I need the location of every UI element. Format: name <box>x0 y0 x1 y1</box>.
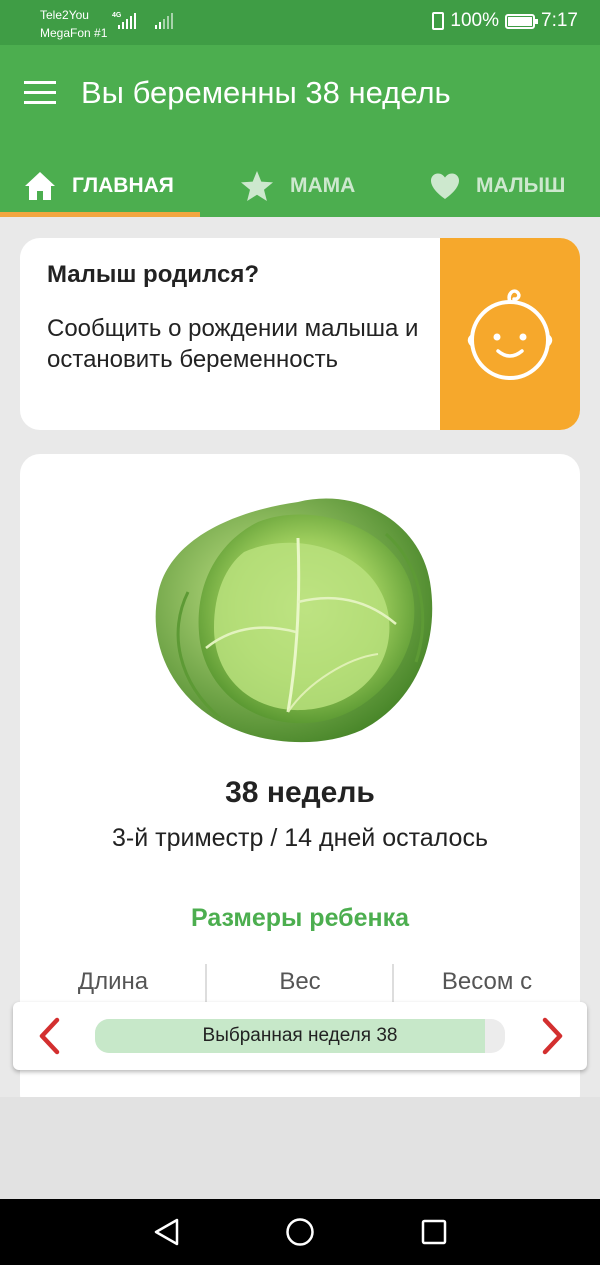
signal-icon <box>155 13 173 29</box>
heart-icon <box>431 173 459 199</box>
battery-icon <box>505 13 539 29</box>
home-icon <box>25 172 55 200</box>
baby-sizes-link[interactable]: Размеры ребенка <box>20 904 580 933</box>
cabbage-image <box>155 498 433 743</box>
trimester-info: 3-й триместр / 14 дней осталось <box>112 824 488 852</box>
tab-main[interactable]: ГЛАВНАЯ <box>24 155 174 217</box>
tab-label: ГЛАВНАЯ <box>72 174 174 197</box>
week-progress-bar[interactable]: Выбранная неделя 38 <box>95 1019 505 1053</box>
home-circle-icon <box>286 1218 314 1246</box>
tab-label: МАЛЫШ <box>476 174 566 197</box>
tab-baby[interactable]: МАЛЫШ <box>430 155 565 217</box>
baby-born-title: Малыш родился? <box>47 261 259 288</box>
carrier-names: Tele2You MegaFon #1 <box>40 6 107 42</box>
carrier-2: MegaFon #1 <box>40 26 108 40</box>
page-title: Вы беременны 38 недель <box>81 75 451 110</box>
tab-label: МАМА <box>290 174 356 197</box>
bottom-area <box>0 1097 600 1199</box>
status-right: 100% 7:17 <box>432 10 578 32</box>
column-length: Длина <box>77 968 149 995</box>
signal-icon <box>118 13 136 29</box>
home-button[interactable] <box>284 1216 316 1248</box>
next-week-button[interactable] <box>533 1016 573 1056</box>
main-content: Малыш родился? Сообщить о рождении малыш… <box>0 217 600 1097</box>
recents-button[interactable] <box>418 1216 450 1248</box>
previous-week-button[interactable] <box>29 1016 69 1056</box>
tab-mama[interactable]: МАМА <box>240 155 355 217</box>
column-comparison: Весом с <box>441 968 533 995</box>
baby-born-card[interactable]: Малыш родился? Сообщить о рождении малыш… <box>20 238 580 430</box>
system-navigation-bar <box>0 1199 600 1265</box>
hamburger-menu-icon[interactable] <box>24 81 56 105</box>
week-info-card: 38 недель 3-й триместр / 14 дней осталос… <box>20 454 580 1097</box>
vibrate-icon <box>432 12 445 30</box>
chevron-right-icon <box>542 1017 563 1055</box>
carrier-1: Tele2You <box>40 8 89 22</box>
star-icon <box>241 171 273 201</box>
week-title: 38 недель <box>225 776 375 809</box>
baby-face-icon <box>467 289 553 380</box>
app-bar: Вы беременны 38 недель ГЛАВНАЯ МАМА МАЛЫ… <box>0 45 600 217</box>
back-button[interactable] <box>150 1216 182 1248</box>
chevron-left-icon <box>39 1017 60 1055</box>
back-icon <box>154 1218 179 1246</box>
baby-born-description: Сообщить о рождении малыша и остановить … <box>47 315 419 373</box>
battery-percent: 100% <box>450 10 500 31</box>
week-picker: Выбранная неделя 38 <box>13 1002 587 1070</box>
column-weight: Вес <box>279 968 321 995</box>
recents-icon <box>421 1219 447 1245</box>
clock: 7:17 <box>541 10 578 31</box>
status-bar: Tele2You MegaFon #1 4G 100% 7:17 <box>0 0 600 45</box>
baby-born-button[interactable] <box>440 238 580 430</box>
selected-week-label: Выбранная неделя 38 <box>202 1025 398 1046</box>
